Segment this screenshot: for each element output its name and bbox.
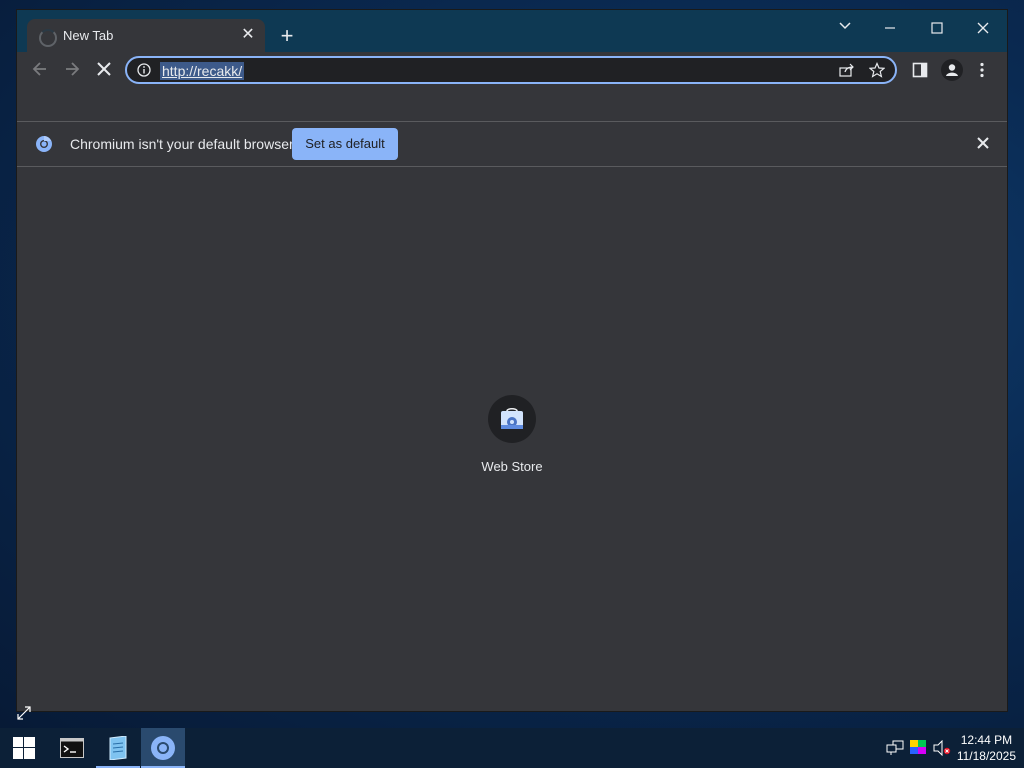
back-button[interactable] (28, 60, 52, 84)
url-text[interactable]: http://recakk/ (160, 62, 245, 80)
resize-arrow-icon (15, 704, 33, 727)
title-bar[interactable]: New Tab ✕ + (17, 10, 1007, 52)
more-menu-icon[interactable] (979, 62, 985, 83)
chromium-icon (151, 736, 175, 760)
shortcut-label: Web Store (481, 459, 543, 474)
tab-search-button[interactable] (825, 14, 865, 42)
network-icon[interactable] (886, 740, 904, 761)
taskbar-chromium[interactable] (141, 728, 185, 768)
side-panel-icon[interactable] (912, 62, 928, 83)
bookmark-star-icon[interactable] (868, 62, 886, 83)
chromium-logo-icon (35, 135, 53, 158)
browser-toolbar: http://recakk/ (17, 52, 1007, 90)
share-icon[interactable] (839, 63, 855, 82)
clock-date: 11/18/2025 (956, 749, 1016, 763)
infobar-message: Chromium isn't your default browser (70, 136, 294, 152)
profile-avatar-icon[interactable] (941, 59, 963, 86)
close-window-button[interactable] (963, 14, 1003, 42)
web-store-icon (501, 408, 523, 429)
minimize-button[interactable] (870, 14, 910, 42)
stop-x-icon (97, 62, 111, 76)
taskbar-notepad[interactable] (96, 728, 140, 768)
taskbar: 12:44 PM 11/18/2025 (0, 728, 1024, 768)
close-icon (977, 22, 989, 34)
default-browser-infobar: Chromium isn't your default browser Set … (17, 122, 1007, 167)
maximize-icon (931, 22, 943, 34)
tab-close-icon[interactable]: ✕ (239, 26, 257, 44)
taskbar-terminal[interactable] (50, 728, 94, 768)
site-info-icon[interactable] (137, 63, 151, 82)
tab-title: New Tab (63, 28, 114, 43)
terminal-icon (60, 738, 84, 758)
set-as-default-button[interactable]: Set as default (292, 128, 398, 160)
shortcut-tile-web-store[interactable]: Web Store (472, 395, 552, 474)
color-app-tray-icon[interactable] (910, 740, 926, 759)
bookmarks-bar (17, 90, 1007, 122)
clock-time: 12:44 PM (960, 733, 1013, 747)
minimize-icon (885, 27, 895, 29)
tab-new-tab[interactable]: New Tab ✕ (27, 19, 265, 52)
browser-window: New Tab ✕ + http://recakk/ Chromium isn'… (17, 10, 1007, 711)
shortcut-icon-circle (488, 395, 536, 443)
start-icon (13, 737, 35, 759)
maximize-button[interactable] (917, 14, 957, 42)
loading-spinner-icon (39, 29, 57, 47)
forward-button[interactable] (60, 60, 84, 84)
chevron-down-icon (839, 22, 851, 30)
new-tab-page: Web Store (17, 167, 1007, 711)
arrow-left-icon (32, 62, 46, 76)
volume-muted-icon[interactable] (933, 739, 951, 761)
arrow-right-icon (66, 62, 80, 76)
system-clock[interactable]: 12:44 PM 11/18/2025 (957, 732, 1016, 764)
new-tab-button[interactable]: + (275, 25, 299, 49)
stop-loading-button[interactable] (92, 60, 116, 84)
address-bar[interactable]: http://recakk/ (125, 56, 897, 84)
start-button[interactable] (2, 728, 46, 768)
infobar-close-icon[interactable] (977, 136, 989, 154)
notepad-icon (109, 736, 127, 760)
